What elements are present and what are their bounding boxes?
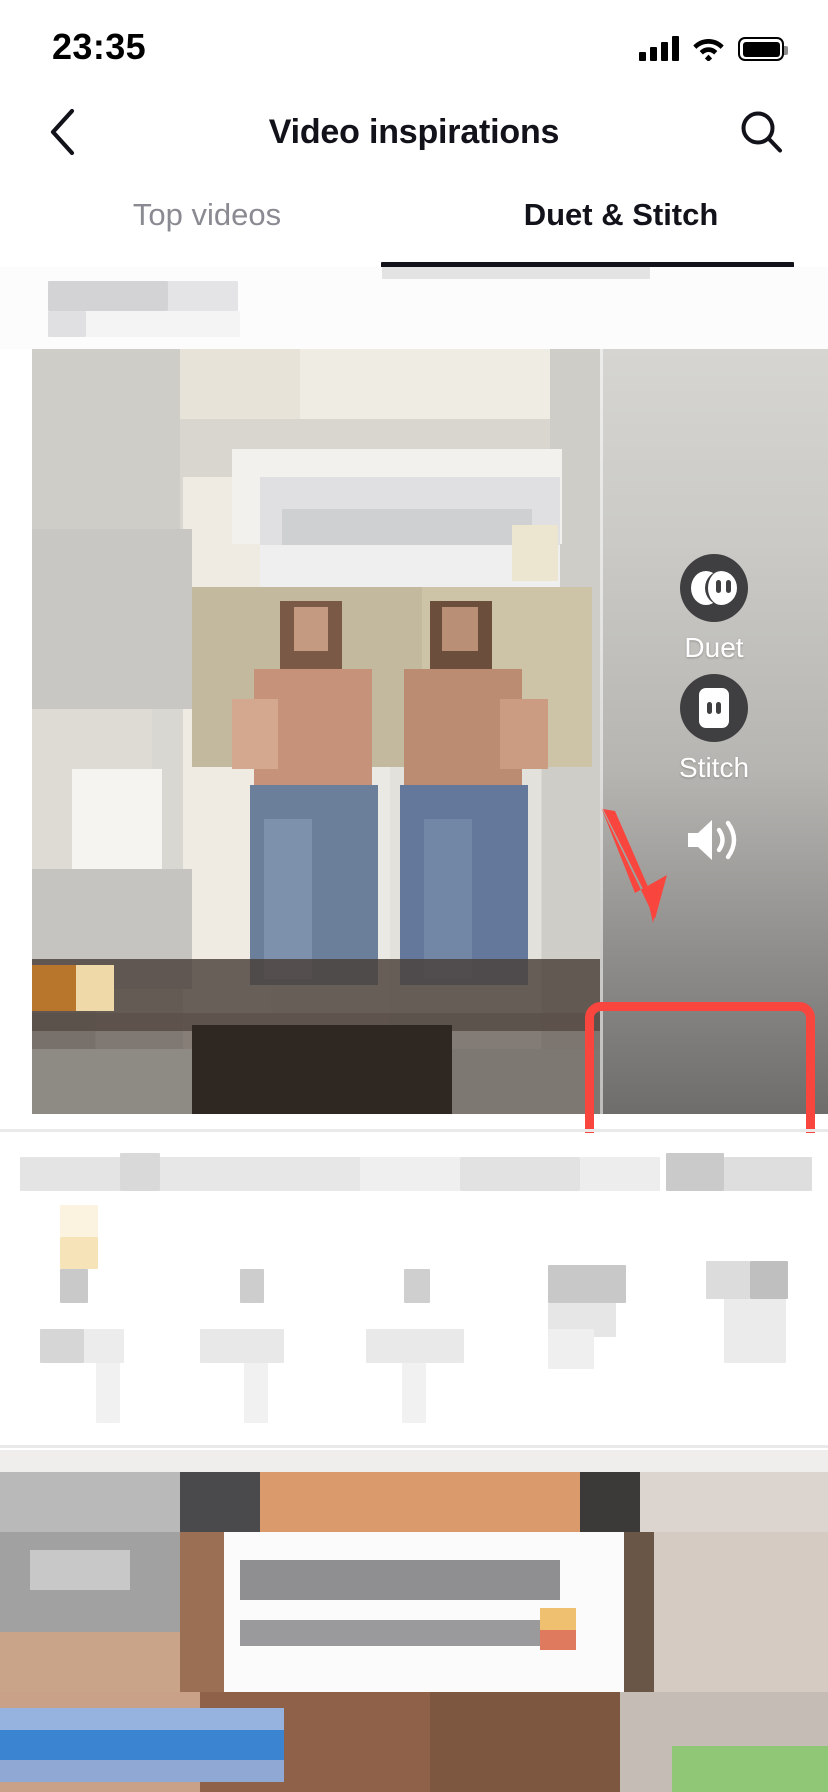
- stitch-button[interactable]: Stitch: [600, 674, 828, 784]
- feed-scroll-area[interactable]: Duet Stitch: [0, 267, 828, 1792]
- video-card-thumbnail-2[interactable]: [0, 1450, 828, 1792]
- search-icon: [741, 111, 782, 153]
- duet-icon: [680, 554, 748, 622]
- video-card-thumbnail[interactable]: Duet Stitch: [32, 349, 828, 1114]
- duet-button[interactable]: Duet: [600, 554, 828, 664]
- video-card-header: [0, 267, 828, 349]
- tab-top-videos-label: Top videos: [132, 197, 282, 232]
- cellular-signal-icon: [639, 35, 679, 61]
- tab-duet-and-stitch-label: Duet & Stitch: [523, 197, 719, 232]
- search-button[interactable]: [724, 92, 800, 172]
- sound-toggle-button[interactable]: [600, 814, 828, 866]
- status-bar-indicators: [639, 31, 788, 61]
- feed-divider-bottom: [0, 1445, 828, 1448]
- speaker-volume-icon: [688, 820, 737, 860]
- navigation-bar: Video inspirations: [0, 92, 828, 172]
- app-screen: 23:35 Video inspirations Top videos Duet…: [0, 0, 828, 1792]
- status-bar-time: 23:35: [52, 26, 147, 67]
- duet-button-label: Duet: [684, 632, 744, 663]
- tab-top-videos[interactable]: Top videos: [0, 176, 414, 254]
- stitch-icon: [680, 674, 748, 742]
- tab-bar: Top videos Duet & Stitch: [0, 176, 828, 269]
- info-row-card[interactable]: [0, 1133, 828, 1445]
- feed-divider-top: [0, 1129, 828, 1132]
- status-bar: 23:35: [0, 0, 828, 92]
- wifi-icon: [693, 39, 724, 61]
- stitch-button-label: Stitch: [678, 752, 750, 783]
- battery-icon: [738, 37, 788, 61]
- tab-duet-and-stitch[interactable]: Duet & Stitch: [414, 176, 828, 254]
- page-title: Video inspirations: [268, 112, 560, 151]
